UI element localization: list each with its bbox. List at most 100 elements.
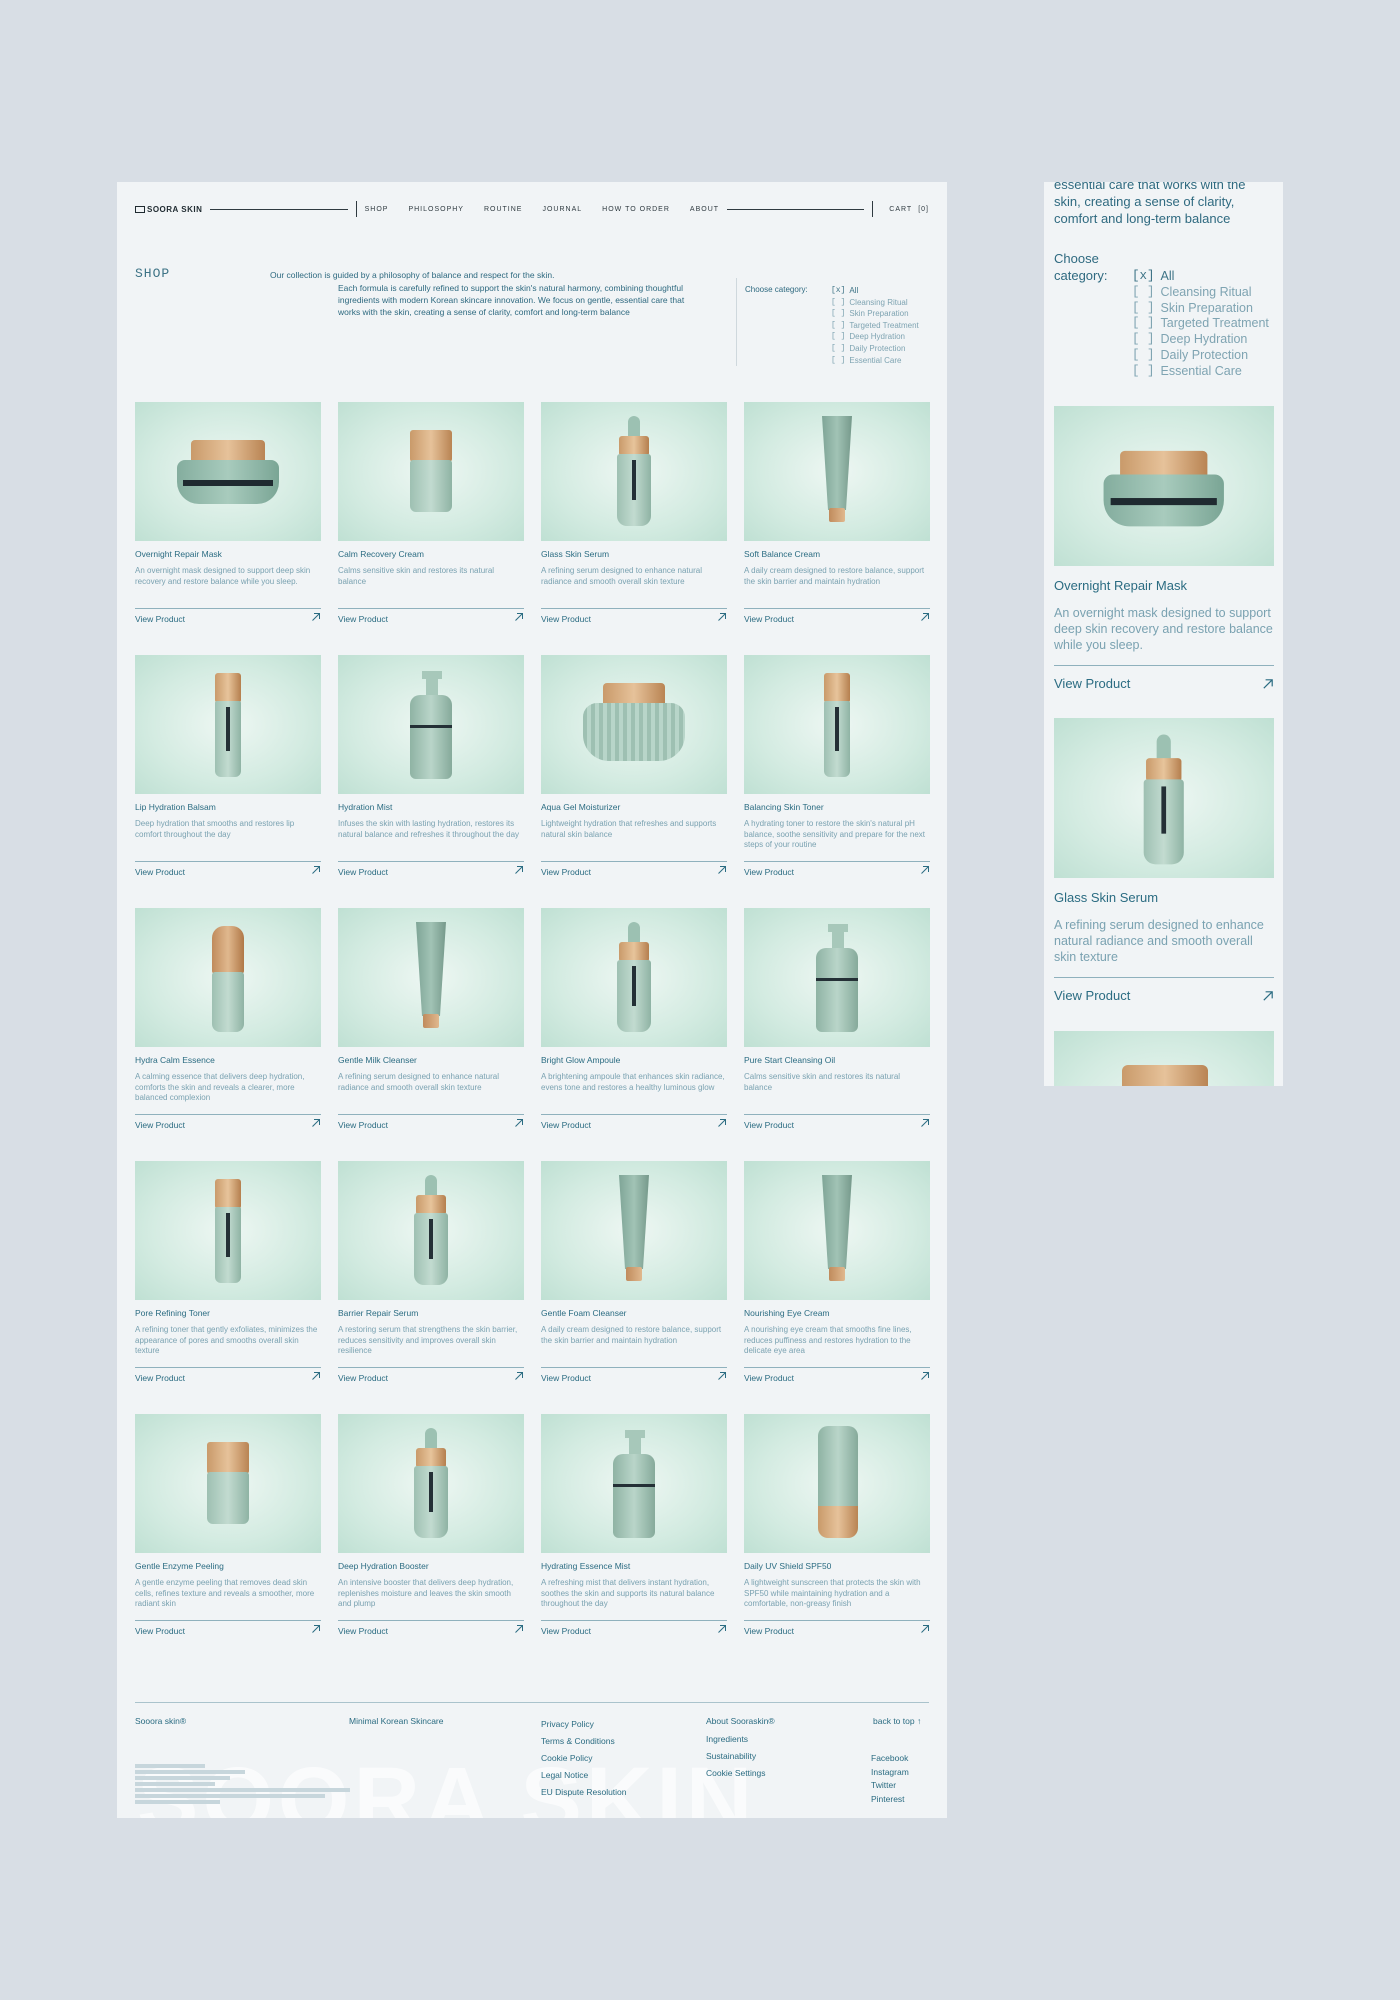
product-name[interactable]: Deep Hydration Booster xyxy=(338,1561,524,1571)
product-name[interactable]: Hydra Calm Essence xyxy=(135,1055,321,1065)
product-name[interactable]: Gentle Milk Cleanser xyxy=(338,1055,524,1065)
view-product-link[interactable]: View Product xyxy=(135,1373,185,1383)
product-card[interactable]: Deep Hydration Booster An intensive boost… xyxy=(338,1414,524,1639)
product-image[interactable] xyxy=(135,655,321,794)
mobile-category-option-skin-preparation[interactable]: [ ] Skin Preparation xyxy=(1132,301,1269,317)
product-name[interactable]: Aqua Gel Moisturizer xyxy=(541,802,727,812)
view-product-link[interactable]: View Product xyxy=(1054,676,1274,691)
product-card[interactable]: Calm Recovery Cream Calms sensitive skin … xyxy=(338,402,524,627)
product-card[interactable]: Balancing Skin Toner A hydrating toner to… xyxy=(744,655,930,880)
footer-link-legal-notice[interactable]: Legal Notice xyxy=(541,1767,641,1784)
category-option-targeted-treatment[interactable]: [ ] Targeted Treatment xyxy=(831,320,919,332)
product-image[interactable] xyxy=(744,655,930,794)
arrow-up-right-icon[interactable] xyxy=(920,1624,930,1634)
product-image[interactable] xyxy=(744,402,930,541)
product-card[interactable]: Daily UV Shield SPF50 A lightweight sunsc… xyxy=(744,1414,930,1639)
arrow-up-right-icon[interactable] xyxy=(311,612,321,622)
product-image[interactable] xyxy=(135,402,321,541)
arrow-up-right-icon[interactable] xyxy=(920,612,930,622)
product-name[interactable]: Glass Skin Serum xyxy=(1054,890,1274,905)
arrow-up-right-icon[interactable] xyxy=(311,1371,321,1381)
product-card[interactable]: Aqua Gel Moisturizer Lightweight hydratio… xyxy=(541,655,727,880)
social-link-instagram[interactable]: Instagram xyxy=(871,1766,909,1780)
product-image[interactable] xyxy=(338,402,524,541)
product-name[interactable]: Daily UV Shield SPF50 xyxy=(744,1561,930,1571)
product-card[interactable]: Gentle Milk Cleanser A refining serum des… xyxy=(338,908,524,1133)
product-name[interactable]: Overnight Repair Mask xyxy=(135,549,321,559)
product-name[interactable]: Lip Hydration Balsam xyxy=(135,802,321,812)
product-image[interactable] xyxy=(1054,406,1274,566)
product-card[interactable]: Hydration Mist Infuses the skin with last… xyxy=(338,655,524,880)
arrow-up-right-icon[interactable] xyxy=(717,1118,727,1128)
product-card[interactable]: Pore Refining Toner A refining toner that… xyxy=(135,1161,321,1386)
product-name[interactable]: Barrier Repair Serum xyxy=(338,1308,524,1318)
product-image[interactable] xyxy=(1054,718,1274,878)
product-image[interactable] xyxy=(135,908,321,1047)
arrow-up-right-icon[interactable] xyxy=(717,1624,727,1634)
view-product-link[interactable]: View Product xyxy=(744,1626,794,1636)
nav-link-shop[interactable]: SHOP xyxy=(365,206,389,213)
mobile-category-option-essential-care[interactable]: [ ] Essential Care xyxy=(1132,364,1269,380)
product-card[interactable]: Gentle Foam Cleanser A daily cream design… xyxy=(541,1161,727,1386)
arrow-up-right-icon[interactable] xyxy=(717,1371,727,1381)
mobile-category-option-daily-protection[interactable]: [ ] Daily Protection xyxy=(1132,348,1269,364)
product-card[interactable]: Gentle Enzyme Peeling A gentle enzyme pee… xyxy=(135,1414,321,1639)
mobile-product-card-partial[interactable] xyxy=(1054,1031,1274,1086)
view-product-link[interactable]: View Product xyxy=(541,1626,591,1636)
product-image[interactable] xyxy=(541,1414,727,1553)
category-option-skin-preparation[interactable]: [ ] Skin Preparation xyxy=(831,308,919,320)
product-name[interactable]: Bright Glow Ampoule xyxy=(541,1055,727,1065)
product-image[interactable] xyxy=(338,908,524,1047)
footer-link-ingredients[interactable]: Ingredients xyxy=(706,1731,786,1748)
product-image[interactable] xyxy=(135,1414,321,1553)
product-image[interactable] xyxy=(744,1161,930,1300)
footer-link-cookie-settings[interactable]: Cookie Settings xyxy=(706,1765,786,1782)
product-card[interactable]: Barrier Repair Serum A restoring serum th… xyxy=(338,1161,524,1386)
view-product-link[interactable]: View Product xyxy=(744,1373,794,1383)
mobile-category-option-cleansing-ritual[interactable]: [ ] Cleansing Ritual xyxy=(1132,285,1269,301)
social-link-twitter[interactable]: Twitter xyxy=(871,1779,909,1793)
product-image[interactable] xyxy=(541,1161,727,1300)
product-image[interactable] xyxy=(541,402,727,541)
category-option-deep-hydration[interactable]: [ ] Deep Hydration xyxy=(831,331,919,343)
view-product-link[interactable]: View Product xyxy=(338,1373,388,1383)
arrow-up-right-icon[interactable] xyxy=(514,1118,524,1128)
product-name[interactable]: Pure Start Cleansing Oil xyxy=(744,1055,930,1065)
category-option-essential-care[interactable]: [ ] Essential Care xyxy=(831,355,919,367)
nav-link-routine[interactable]: ROUTINE xyxy=(484,206,523,213)
category-option-all[interactable]: [x] All xyxy=(831,285,919,297)
product-image[interactable] xyxy=(338,1161,524,1300)
product-name[interactable]: Overnight Repair Mask xyxy=(1054,578,1274,593)
product-name[interactable]: Nourishing Eye Cream xyxy=(744,1308,930,1318)
mobile-category-option-all[interactable]: [x] All xyxy=(1132,269,1269,285)
mobile-category-option-deep-hydration[interactable]: [ ] Deep Hydration xyxy=(1132,332,1269,348)
arrow-up-right-icon[interactable] xyxy=(514,1371,524,1381)
product-card[interactable]: Lip Hydration Balsam Deep hydration that … xyxy=(135,655,321,880)
nav-link-how-to-order[interactable]: HOW TO ORDER xyxy=(602,206,670,213)
footer-link-sustainability[interactable]: Sustainability xyxy=(706,1748,786,1765)
arrow-up-right-icon[interactable] xyxy=(920,1118,930,1128)
mobile-product-card[interactable]: Overnight Repair Mask An overnight mask … xyxy=(1054,406,1274,691)
product-card[interactable]: Pure Start Cleansing Oil Calms sensitive … xyxy=(744,908,930,1133)
product-name[interactable]: Calm Recovery Cream xyxy=(338,549,524,559)
social-link-facebook[interactable]: Facebook xyxy=(871,1752,909,1766)
product-card[interactable]: Glass Skin Serum A refining serum designe… xyxy=(541,402,727,627)
view-product-link[interactable]: View Product xyxy=(135,867,185,877)
view-product-link[interactable]: View Product xyxy=(744,614,794,624)
view-product-link[interactable]: View Product xyxy=(338,1120,388,1130)
arrow-up-right-icon[interactable] xyxy=(717,865,727,875)
mobile-category-option-targeted-treatment[interactable]: [ ] Targeted Treatment xyxy=(1132,316,1269,332)
product-image[interactable] xyxy=(135,1161,321,1300)
social-link-pinterest[interactable]: Pinterest xyxy=(871,1793,909,1807)
view-product-link[interactable]: View Product xyxy=(744,867,794,877)
product-name[interactable]: Gentle Enzyme Peeling xyxy=(135,1561,321,1571)
arrow-up-right-icon[interactable] xyxy=(311,1118,321,1128)
product-image[interactable] xyxy=(338,655,524,794)
view-product-link[interactable]: View Product xyxy=(1054,988,1274,1003)
view-product-link[interactable]: View Product xyxy=(541,614,591,624)
footer-link-terms[interactable]: Terms & Conditions xyxy=(541,1733,641,1750)
view-product-link[interactable]: View Product xyxy=(541,1373,591,1383)
product-card[interactable]: Overnight Repair Mask An overnight mask d… xyxy=(135,402,321,627)
arrow-up-right-icon[interactable] xyxy=(514,1624,524,1634)
product-card[interactable]: Bright Glow Ampoule A brightening ampoule… xyxy=(541,908,727,1133)
